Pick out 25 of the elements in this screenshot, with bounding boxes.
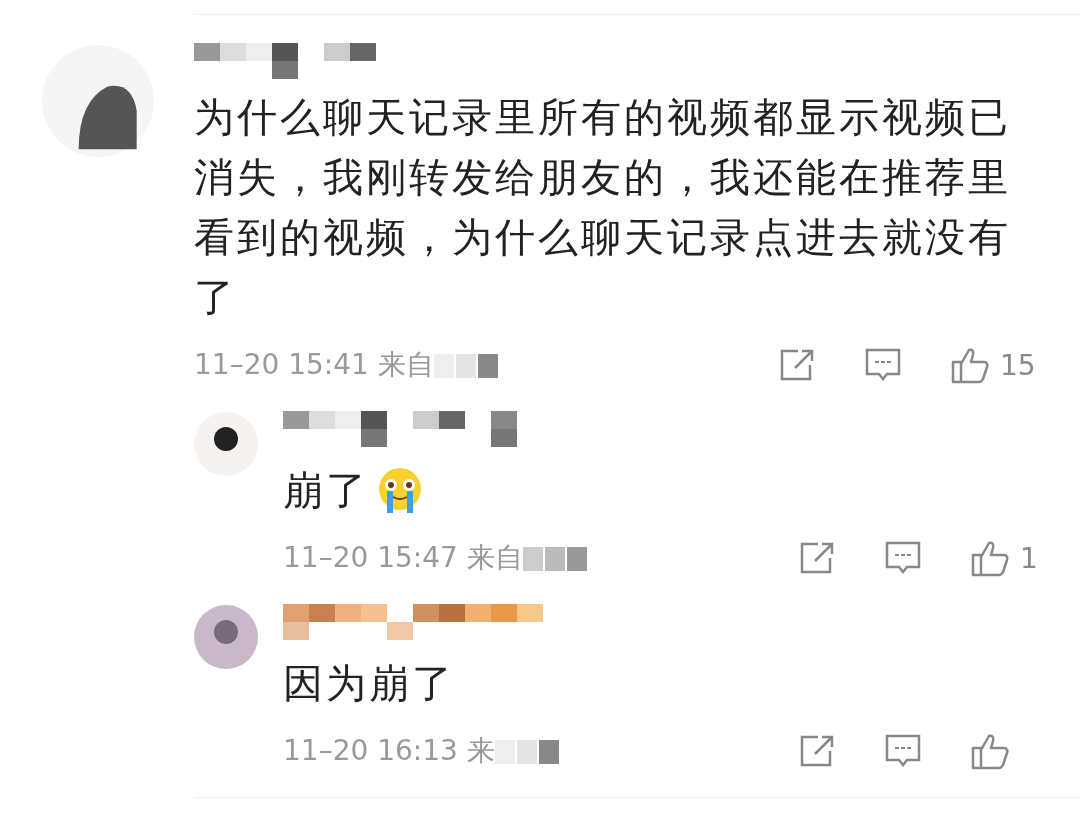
- thumbs-up-icon: [950, 346, 990, 384]
- timestamp: 11–20 16:13 来: [283, 733, 495, 769]
- comment-icon: [864, 347, 902, 383]
- share-icon: [798, 734, 836, 768]
- comment-icon: [884, 733, 922, 769]
- comment-icon: [884, 540, 922, 576]
- reply-text: 崩了: [283, 466, 369, 515]
- avatar: [193, 411, 259, 477]
- avatar: [193, 604, 259, 670]
- reply-text: 因为崩了: [283, 659, 455, 708]
- comment-text: 为什么聊天记录里所有的视频都显示视频已消失，我刚转发给朋友的，我还能在推荐里看到的视频，为什么聊天记录点进去就没有了: [194, 93, 1012, 322]
- timestamp: 11–20 15:41 来自: [194, 347, 434, 383]
- comment-button[interactable]: [864, 347, 902, 383]
- comment-button[interactable]: [884, 540, 922, 576]
- share-button[interactable]: [778, 348, 816, 382]
- like-button[interactable]: 15: [950, 346, 1040, 384]
- comment-button[interactable]: [884, 733, 922, 769]
- share-button[interactable]: [798, 734, 836, 768]
- thumbs-up-icon: [970, 732, 1010, 770]
- like-button[interactable]: 1: [970, 539, 1040, 577]
- thumbs-up-icon: [970, 539, 1010, 577]
- timestamp: 11–20 15:47 来自: [283, 540, 523, 576]
- share-button[interactable]: [798, 541, 836, 575]
- share-icon: [778, 348, 816, 382]
- share-icon: [798, 541, 836, 575]
